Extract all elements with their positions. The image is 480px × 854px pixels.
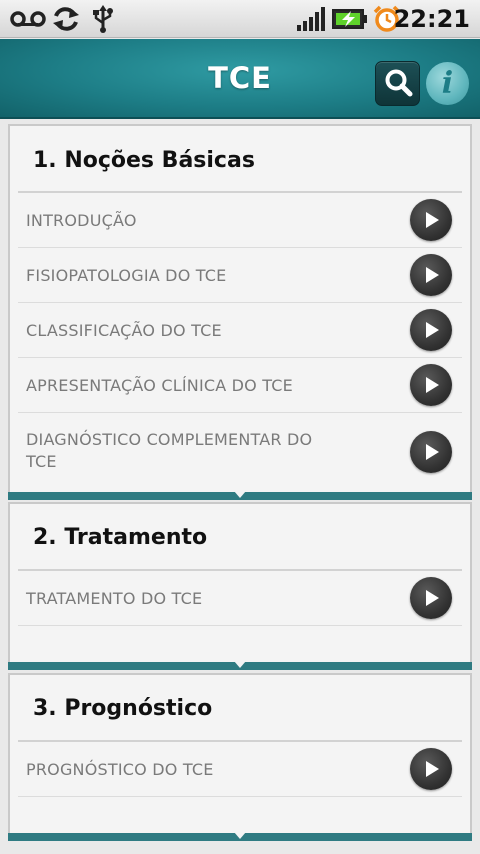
list-item-label: TRATAMENTO DO TCE — [26, 589, 203, 608]
list-item-classificacao[interactable]: CLASSIFICAÇÃO DO TCE — [18, 303, 462, 358]
list-item-prognostico[interactable]: PROGNÓSTICO DO TCE — [18, 742, 462, 797]
sync-icon — [52, 6, 80, 32]
section-nocoes-basicas: 1. Noções Básicas INTRODUÇÃO FISIOPATOLO… — [8, 124, 472, 500]
status-time: 22:21 — [393, 5, 470, 33]
signal-icon — [296, 6, 326, 32]
list-item-label: APRESENTAÇÃO CLÍNICA DO TCE — [26, 376, 293, 395]
list-item-label: CLASSIFICAÇÃO DO TCE — [26, 321, 222, 340]
info-icon: i — [441, 66, 454, 101]
voicemail-icon — [10, 6, 46, 32]
section-tratamento: 2. Tratamento TRATAMENTO DO TCE — [8, 502, 472, 670]
play-icon[interactable] — [410, 364, 452, 406]
list-item-label: FISIOPATOLOGIA DO TCE — [26, 266, 227, 285]
list-item-label: PROGNÓSTICO DO TCE — [26, 760, 214, 779]
section-title: 2. Tratamento — [33, 525, 208, 550]
play-icon[interactable] — [410, 254, 452, 296]
list-item-apresentacao-clinica[interactable]: APRESENTAÇÃO CLÍNICA DO TCE — [18, 358, 462, 413]
list-item-fisiopatologia[interactable]: FISIOPATOLOGIA DO TCE — [18, 248, 462, 303]
list-item-label: INTRODUÇÃO — [26, 211, 137, 230]
chevron-down-icon — [234, 491, 246, 498]
play-icon[interactable] — [410, 748, 452, 790]
play-icon[interactable] — [410, 577, 452, 619]
play-icon[interactable] — [410, 199, 452, 241]
search-button[interactable] — [375, 61, 420, 106]
battery-charging-icon — [332, 6, 368, 32]
section-title: 3. Prognóstico — [33, 696, 213, 721]
app-bar: TCE i — [0, 39, 480, 119]
list-item-tratamento[interactable]: TRATAMENTO DO TCE — [18, 571, 462, 626]
section-footer — [8, 832, 472, 841]
chevron-down-icon — [234, 832, 246, 839]
search-icon — [383, 67, 413, 101]
section-footer — [8, 491, 472, 500]
section-prognostico: 3. Prognóstico PROGNÓSTICO DO TCE — [8, 673, 472, 841]
status-bar: 22:21 — [0, 0, 480, 38]
list-item-diagnostico-complementar[interactable]: DIAGNÓSTICO COMPLEMENTAR DO TCE — [18, 413, 462, 489]
list-item-label: DIAGNÓSTICO COMPLEMENTAR DO TCE — [26, 430, 313, 471]
info-button[interactable]: i — [426, 62, 469, 105]
chevron-down-icon — [234, 661, 246, 668]
usb-icon — [92, 5, 114, 33]
section-title: 1. Noções Básicas — [33, 148, 255, 173]
list-item-introducao[interactable]: INTRODUÇÃO — [18, 193, 462, 248]
play-icon[interactable] — [410, 431, 452, 473]
section-footer — [8, 661, 472, 670]
play-icon[interactable] — [410, 309, 452, 351]
